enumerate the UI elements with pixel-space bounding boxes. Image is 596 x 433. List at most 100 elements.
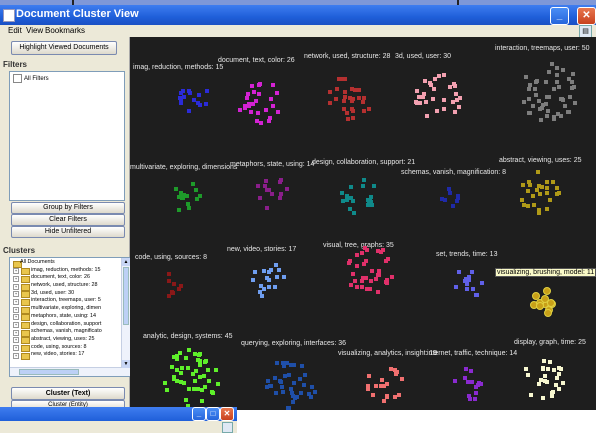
cluster-label[interactable]: design, collaboration, support: 21 [312,159,415,166]
document-point[interactable] [380,377,385,382]
scroll-up-icon[interactable]: ▲ [122,258,130,266]
group-by-filters-button[interactable]: Group by Filters [11,202,125,214]
close-button[interactable]: ✕ [577,7,596,25]
document-point[interactable] [269,384,274,389]
cluster-label[interactable]: visualizing, analytics, insight: 19 [338,350,437,357]
hide-unfiltered-button[interactable]: Hide Unfiltered [11,226,125,238]
document-point[interactable] [532,291,541,300]
document-point[interactable] [303,373,308,378]
document-point[interactable] [309,384,314,389]
vertical-scrollbar[interactable]: ▲ ▼ [121,258,130,376]
cluster-label[interactable]: network, used, structure: 28 [304,53,390,60]
expand-icon[interactable]: + [13,352,19,359]
filter-item[interactable]: All Filters [13,74,49,83]
document-point[interactable] [176,207,181,212]
expand-icon[interactable]: + [13,306,19,313]
document-point[interactable] [191,98,196,103]
document-point[interactable] [371,183,376,188]
document-point[interactable] [425,114,430,119]
document-point[interactable] [567,95,572,100]
document-point[interactable] [357,87,362,92]
document-point[interactable] [359,285,364,289]
document-point[interactable] [327,90,332,95]
document-point[interactable] [327,100,332,105]
document-point[interactable] [256,82,261,87]
cluster-label[interactable]: 3d, used, user: 30 [395,53,451,60]
document-point[interactable] [178,380,183,385]
document-point[interactable] [450,99,455,104]
document-point[interactable] [205,88,210,93]
document-point[interactable] [289,386,293,391]
document-point[interactable] [352,210,357,215]
document-point[interactable] [349,185,354,190]
document-point[interactable] [464,282,469,287]
document-point[interactable] [292,380,297,385]
document-point[interactable] [393,367,398,372]
scroll-thumb[interactable] [123,267,129,325]
document-point[interactable] [354,253,359,258]
document-point[interactable] [431,97,435,102]
expand-icon[interactable]: + [13,329,19,336]
tree-item[interactable]: + metaphors, state, using: 14 [11,313,123,322]
document-point[interactable] [257,290,262,295]
document-point[interactable] [259,293,264,298]
document-point[interactable] [365,386,370,391]
document-point[interactable] [421,94,426,99]
document-point[interactable] [541,359,546,364]
tree-item[interactable]: + new, video, stories: 17 [11,351,123,360]
document-point[interactable] [299,363,304,368]
maximize-button-2[interactable]: □ [206,407,220,421]
document-point[interactable] [470,287,475,292]
document-point[interactable] [345,110,350,115]
document-point[interactable] [179,283,183,288]
document-point[interactable] [540,367,545,371]
document-point[interactable] [198,102,203,107]
document-point[interactable] [534,79,539,83]
document-point[interactable] [202,374,206,379]
expand-icon[interactable]: + [13,268,19,275]
expand-icon[interactable]: + [13,337,19,344]
cluster-label[interactable]: code, using, sources: 8 [135,254,207,261]
document-point[interactable] [278,192,283,197]
document-point[interactable] [258,196,262,201]
document-point[interactable] [333,97,338,101]
document-point[interactable] [519,197,524,202]
document-point[interactable] [562,104,567,109]
document-point[interactable] [561,380,566,385]
document-point[interactable] [284,187,289,192]
document-point[interactable] [537,208,542,213]
document-point[interactable] [545,179,550,184]
document-point[interactable] [297,376,302,381]
document-point[interactable] [573,100,578,105]
document-point[interactable] [446,187,451,192]
document-point[interactable] [179,365,184,370]
filters-list[interactable]: All Filters [9,71,125,201]
expand-icon[interactable]: + [13,291,19,298]
document-point[interactable] [275,110,280,115]
document-point[interactable] [376,272,381,277]
document-point[interactable] [264,384,269,389]
expand-icon[interactable]: + [13,322,19,328]
document-point[interactable] [381,248,386,252]
cluster-label[interactable]: display, graph, time: 25 [514,339,586,346]
cluster-tree-list[interactable]: All Documents + imag, reduction, methods: … [11,259,123,365]
document-point[interactable] [536,302,545,311]
document-point[interactable] [531,202,536,207]
document-point[interactable] [177,351,182,356]
document-point[interactable] [533,92,538,97]
document-point[interactable] [186,206,191,210]
document-point[interactable] [550,390,555,395]
document-point[interactable] [174,187,179,191]
document-point[interactable] [362,177,367,182]
document-point[interactable] [537,191,542,196]
document-point[interactable] [343,90,348,95]
document-point[interactable] [552,86,557,91]
cluster-label[interactable]: querying, exploring, interfaces: 36 [241,340,346,347]
document-point[interactable] [341,99,346,104]
document-point[interactable] [368,279,373,284]
document-point[interactable] [277,195,282,200]
document-point[interactable] [388,366,393,371]
document-point[interactable] [250,277,255,282]
document-point[interactable] [278,379,283,384]
document-point[interactable] [422,78,427,83]
